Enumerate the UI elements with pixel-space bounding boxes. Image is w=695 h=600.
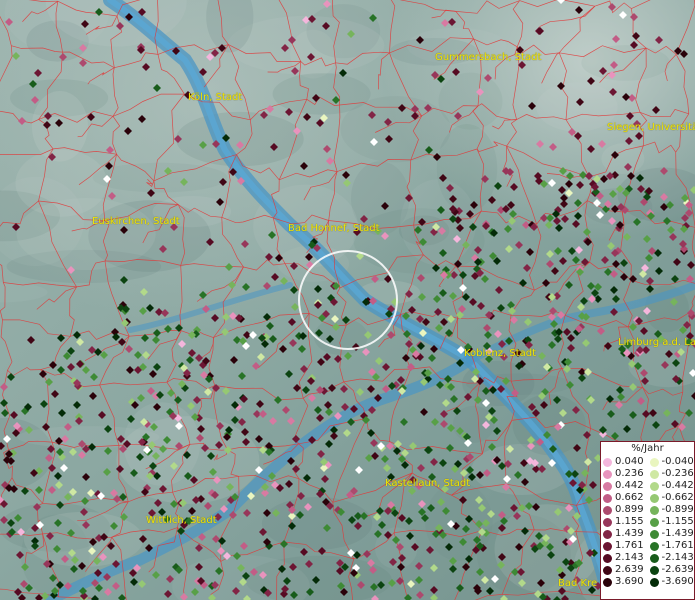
legend-value: -0.236 bbox=[661, 468, 694, 479]
legend-value: -2.639 bbox=[661, 564, 694, 575]
legend-swatch bbox=[649, 565, 659, 575]
legend-entry: -0.662 bbox=[648, 492, 695, 504]
legend-entry: -2.639 bbox=[648, 564, 695, 576]
city-label-bad-kreuznach: Bad Kre bbox=[558, 578, 598, 589]
legend-value: -2.143 bbox=[661, 552, 694, 563]
legend-entry: 2.639 bbox=[601, 564, 648, 576]
legend-entry: -0.236 bbox=[648, 468, 695, 480]
legend-entry: -1.439 bbox=[648, 528, 695, 540]
legend-entry: 0.442 bbox=[601, 480, 648, 492]
legend-value: 3.690 bbox=[615, 576, 644, 587]
legend-entry: 0.236 bbox=[601, 468, 648, 480]
legend-value: 1.439 bbox=[615, 528, 644, 539]
legend-value: -0.442 bbox=[661, 480, 694, 491]
legend-entry: 3.690 bbox=[601, 576, 648, 588]
legend-entry: 0.040 bbox=[601, 456, 648, 468]
legend-swatch bbox=[603, 541, 612, 551]
legend-swatch bbox=[603, 577, 612, 587]
legend-swatch bbox=[603, 565, 612, 575]
legend-value: -0.662 bbox=[661, 492, 694, 503]
legend-entry: -1.155 bbox=[648, 516, 695, 528]
legend-entry: 1.439 bbox=[601, 528, 648, 540]
legend-swatch bbox=[603, 517, 612, 527]
city-label-wittlich: Wittlich, Stadt bbox=[146, 515, 217, 526]
legend-value: 0.899 bbox=[615, 504, 644, 515]
legend-entry: 1.155 bbox=[601, 516, 648, 528]
legend-swatch bbox=[649, 553, 659, 563]
legend-value: 0.040 bbox=[615, 456, 644, 467]
legend: %/Jahr 0.040 0.236 0.442 0.662 0.899 1.155 1.4… bbox=[600, 441, 695, 600]
legend-entry: -0.040 bbox=[648, 456, 695, 468]
legend-entry: 0.899 bbox=[601, 504, 648, 516]
legend-swatch bbox=[649, 505, 659, 515]
legend-swatch bbox=[649, 529, 659, 539]
legend-swatch bbox=[649, 493, 659, 503]
legend-value: -1.439 bbox=[661, 528, 694, 539]
city-label-limburg: Limburg a.d. Lahn bbox=[618, 337, 695, 348]
legend-swatch bbox=[649, 457, 659, 467]
legend-entry: -0.899 bbox=[648, 504, 695, 516]
legend-value: -0.040 bbox=[661, 456, 694, 467]
legend-swatch bbox=[649, 541, 659, 551]
legend-entry: 2.143 bbox=[601, 552, 648, 564]
legend-swatch bbox=[649, 517, 659, 527]
legend-title: %/Jahr bbox=[631, 443, 664, 454]
legend-swatch bbox=[603, 553, 612, 563]
city-label-gummersbach: Gummersbach, Stadt bbox=[435, 52, 542, 63]
legend-entry: -2.143 bbox=[648, 552, 695, 564]
selection-circle[interactable] bbox=[298, 250, 398, 350]
legend-value: 0.442 bbox=[615, 480, 644, 491]
legend-swatch bbox=[603, 457, 612, 467]
legend-value: -3.690 bbox=[661, 576, 694, 587]
city-label-koblenz: Koblenz, Stadt bbox=[464, 348, 537, 359]
legend-value: 2.639 bbox=[615, 564, 644, 575]
legend-entry: -3.690 bbox=[648, 576, 695, 588]
legend-entry: 0.662 bbox=[601, 492, 648, 504]
legend-value: 1.761 bbox=[615, 540, 644, 551]
city-label-euskirchen: Euskirchen, Stadt bbox=[92, 216, 180, 227]
legend-swatch bbox=[603, 529, 612, 539]
legend-swatch bbox=[603, 493, 612, 503]
legend-value: -1.155 bbox=[661, 516, 694, 527]
legend-value: 0.236 bbox=[615, 468, 644, 479]
legend-swatch bbox=[649, 577, 659, 587]
legend-value: 0.662 bbox=[615, 492, 644, 503]
legend-value: -1.761 bbox=[661, 540, 694, 551]
legend-swatch bbox=[603, 505, 612, 515]
legend-negative-column: -0.040 -0.236 -0.442 -0.662 -0.899 -1.155 -1.4… bbox=[648, 456, 695, 588]
legend-value: 2.143 bbox=[615, 552, 644, 563]
legend-swatch bbox=[649, 481, 659, 491]
city-label-siegen: Siegen, Universitä bbox=[607, 122, 695, 133]
legend-value: 1.155 bbox=[615, 516, 644, 527]
legend-entry: 1.761 bbox=[601, 540, 648, 552]
legend-value: -0.899 bbox=[661, 504, 694, 515]
legend-entry: -0.442 bbox=[648, 480, 695, 492]
city-label-koeln: Köln, Stadt bbox=[188, 92, 243, 103]
legend-positive-column: 0.040 0.236 0.442 0.662 0.899 1.155 1.439 1.761… bbox=[601, 456, 648, 588]
legend-swatch bbox=[649, 469, 659, 479]
legend-swatch bbox=[603, 469, 612, 479]
city-label-kastellaun: Kastellaun, Stadt bbox=[385, 478, 471, 489]
legend-entry: -1.761 bbox=[648, 540, 695, 552]
city-label-bad-honnef: Bad Honnef, Stadt bbox=[288, 223, 380, 234]
legend-swatch bbox=[603, 481, 612, 491]
